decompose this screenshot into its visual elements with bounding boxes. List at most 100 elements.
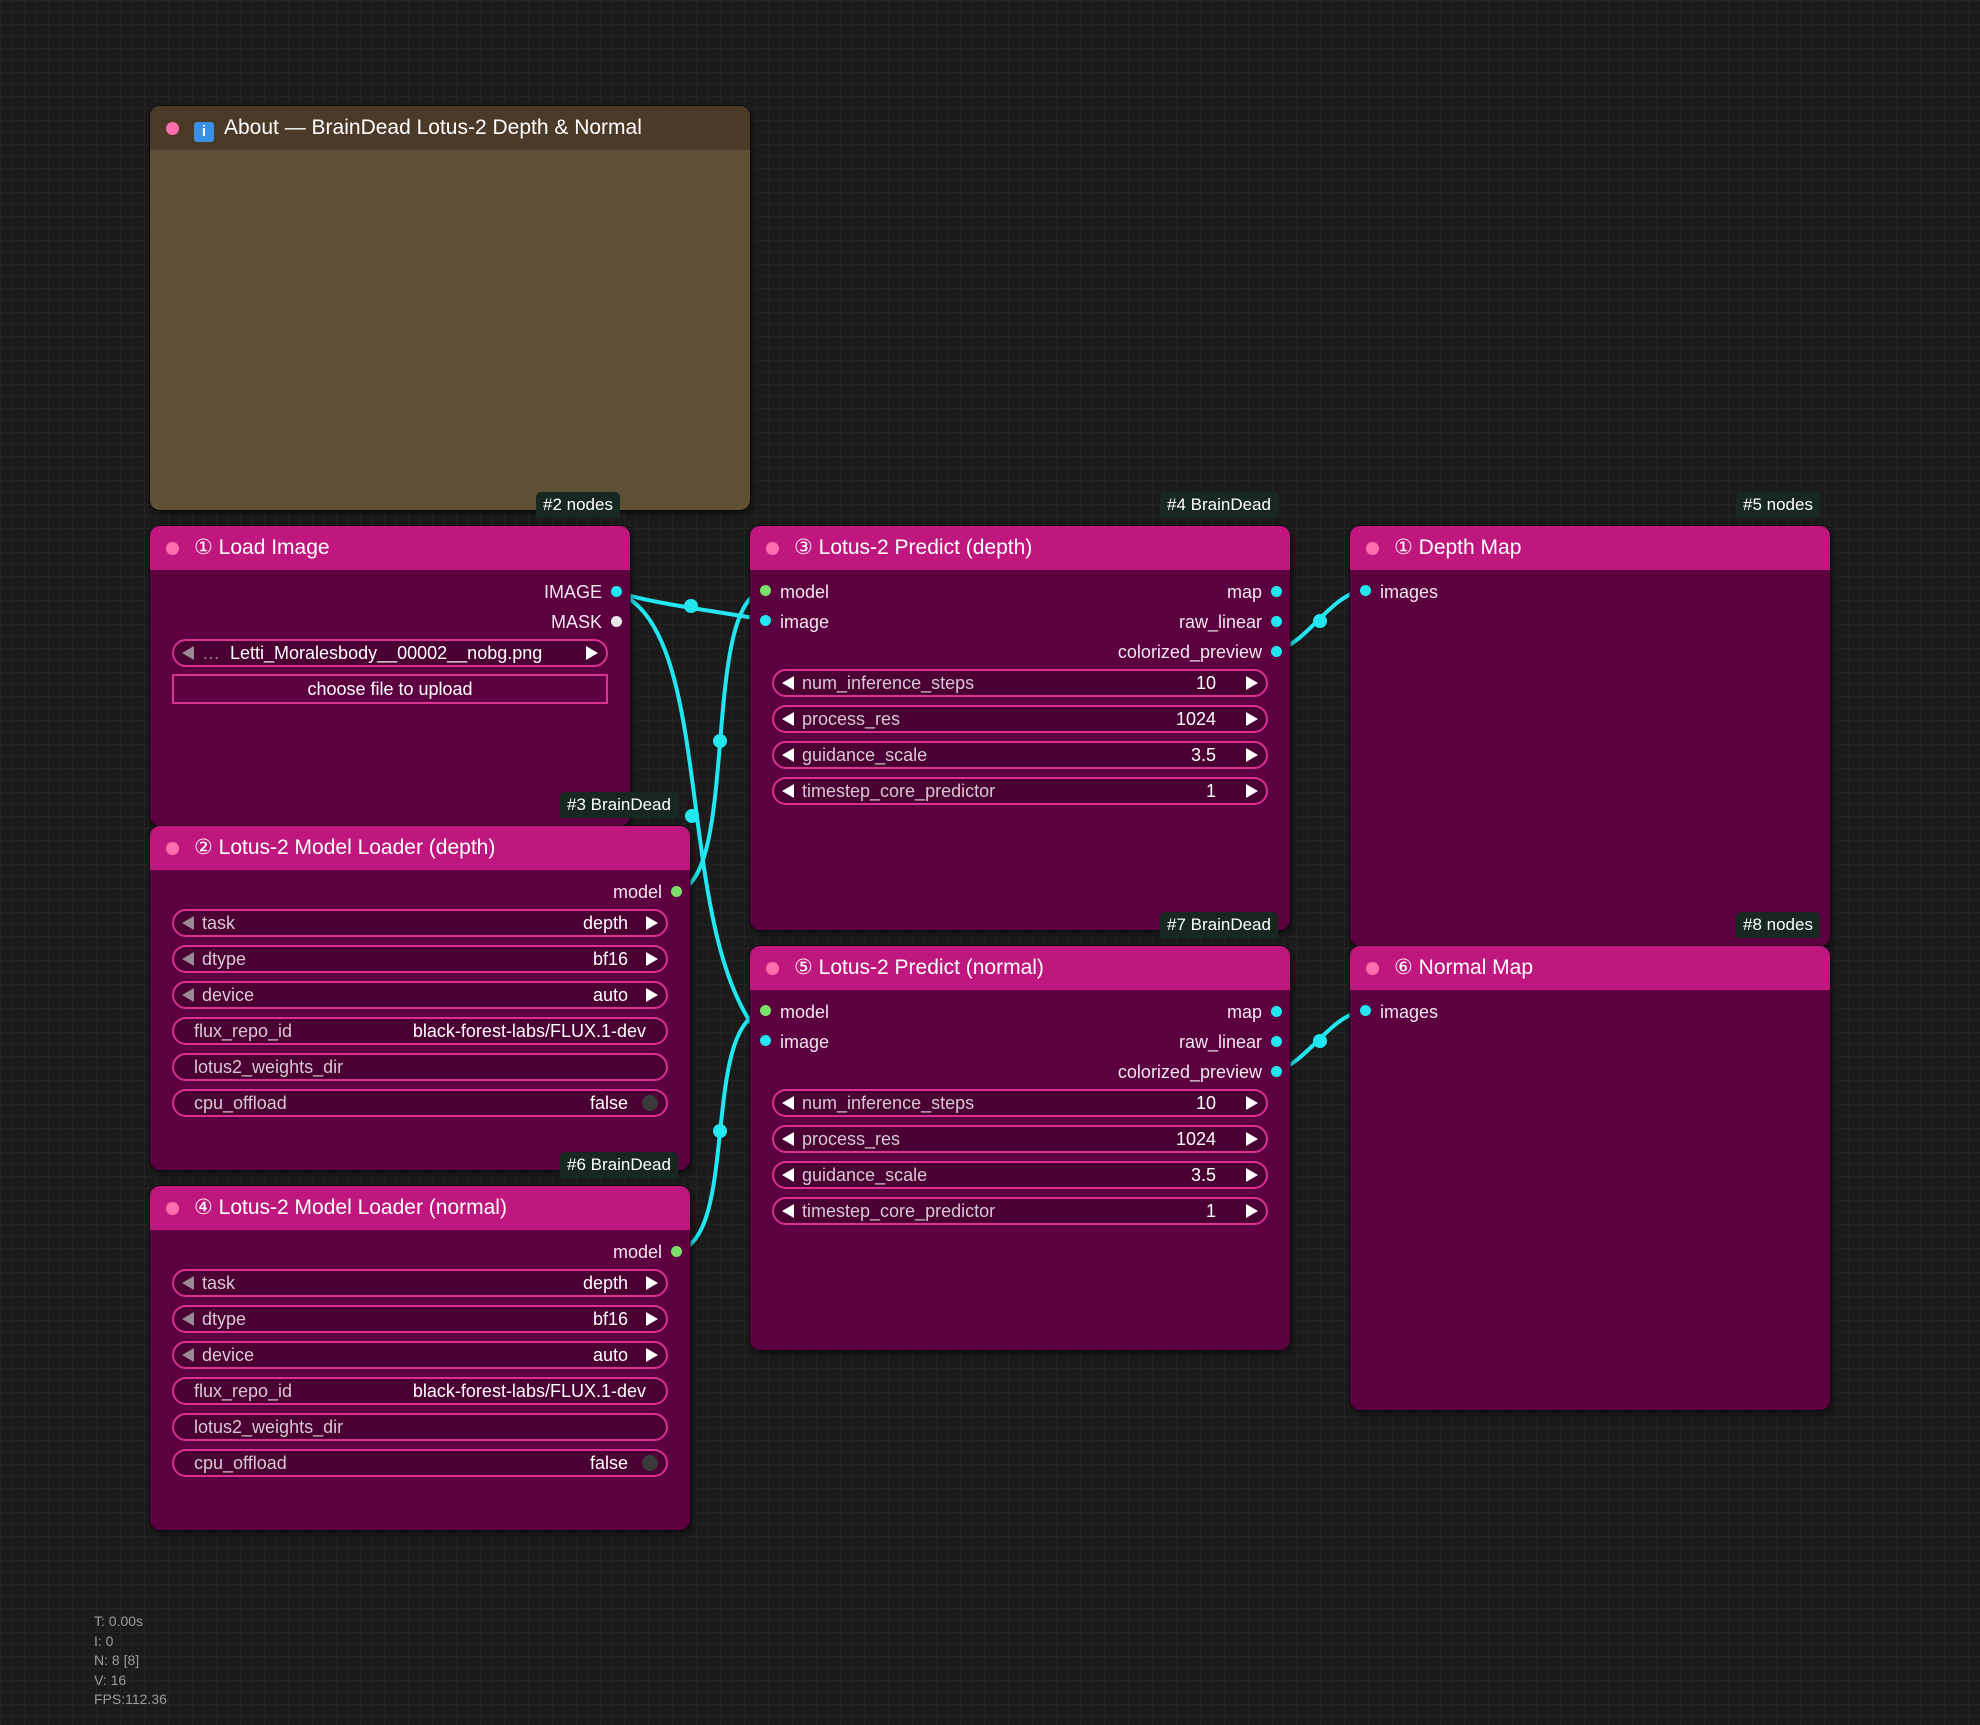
dtype-combo[interactable]: dtype bf16	[172, 1305, 668, 1333]
collapse-dot[interactable]	[166, 842, 179, 855]
normal-map-preview-node[interactable]: ⑥ Normal Map images	[1350, 946, 1830, 1410]
guidance-scale-number[interactable]: guidance_scale 3.5	[772, 1161, 1268, 1189]
toggle-knob[interactable]	[642, 1095, 658, 1111]
next-arrow-icon[interactable]	[646, 1276, 658, 1290]
flux-repo-id-field[interactable]: flux_repo_id black-forest-labs/FLUX.1-de…	[172, 1377, 668, 1405]
node-title: ④ Lotus-2 Model Loader (normal)	[194, 1196, 507, 1219]
input-slot-image[interactable]	[760, 1035, 771, 1046]
image-file-combo[interactable]: … Letti_Moralesbody__00002__nobg.png	[172, 639, 608, 667]
graph-canvas[interactable]: i About — BrainDead Lotus-2 Depth & Norma…	[0, 0, 1980, 1725]
prev-arrow-icon[interactable]	[182, 1276, 194, 1290]
output-slot-raw-linear[interactable]	[1271, 616, 1282, 627]
timestep-core-predictor-number[interactable]: timestep_core_predictor 1	[772, 777, 1268, 805]
node-header[interactable]: ⑤ Lotus-2 Predict (normal)	[750, 946, 1290, 990]
load-image-node[interactable]: ① Load Image IMAGE MASK … Letti_Moralesb…	[150, 526, 630, 826]
collapse-dot[interactable]	[1366, 962, 1379, 975]
input-slot-images[interactable]	[1360, 1005, 1371, 1016]
increment-arrow-icon[interactable]	[1246, 1096, 1258, 1110]
model-loader-normal-node[interactable]: ④ Lotus-2 Model Loader (normal) model ta…	[150, 1186, 690, 1530]
widget-name: num_inference_steps	[802, 1093, 975, 1113]
node-header[interactable]: ⑥ Normal Map	[1350, 946, 1830, 990]
increment-arrow-icon[interactable]	[1246, 784, 1258, 798]
next-arrow-icon[interactable]	[586, 646, 598, 660]
output-slot-map[interactable]	[1271, 1006, 1282, 1017]
next-arrow-icon[interactable]	[646, 1348, 658, 1362]
decrement-arrow-icon[interactable]	[782, 1096, 794, 1110]
prev-arrow-icon[interactable]	[182, 988, 194, 1002]
output-slot-map[interactable]	[1271, 586, 1282, 597]
node-header[interactable]: ② Lotus-2 Model Loader (depth)	[150, 826, 690, 870]
input-slot-model[interactable]	[760, 1005, 771, 1016]
decrement-arrow-icon[interactable]	[782, 1132, 794, 1146]
input-slot-images[interactable]	[1360, 585, 1371, 596]
output-slot-model[interactable]	[671, 886, 682, 897]
input-slot-image[interactable]	[760, 615, 771, 626]
input-slot-model[interactable]	[760, 585, 771, 596]
process-res-number[interactable]: process_res 1024	[772, 705, 1268, 733]
dtype-combo[interactable]: dtype bf16	[172, 945, 668, 973]
depth-map-preview-node[interactable]: ① Depth Map images	[1350, 526, 1830, 946]
increment-arrow-icon[interactable]	[1246, 1204, 1258, 1218]
about-note-node[interactable]: i About — BrainDead Lotus-2 Depth & Norma…	[150, 106, 750, 510]
widget-name: task	[202, 1273, 236, 1293]
process-res-number[interactable]: process_res 1024	[772, 1125, 1268, 1153]
cpu-offload-toggle[interactable]: cpu_offload false	[172, 1449, 668, 1477]
next-arrow-icon[interactable]	[646, 916, 658, 930]
lotus2-weights-dir-field[interactable]: lotus2_weights_dir	[172, 1413, 668, 1441]
prev-arrow-icon[interactable]	[182, 952, 194, 966]
increment-arrow-icon[interactable]	[1246, 712, 1258, 726]
node-header[interactable]: ④ Lotus-2 Model Loader (normal)	[150, 1186, 690, 1230]
device-combo[interactable]: device auto	[172, 1341, 668, 1369]
collapse-dot[interactable]	[166, 542, 179, 555]
prev-arrow-icon[interactable]	[182, 1348, 194, 1362]
link-midpoint	[684, 599, 698, 613]
model-loader-depth-node[interactable]: ② Lotus-2 Model Loader (depth) model tas…	[150, 826, 690, 1170]
output-slot-image[interactable]	[611, 586, 622, 597]
next-arrow-icon[interactable]	[646, 952, 658, 966]
flux-repo-id-field[interactable]: flux_repo_id black-forest-labs/FLUX.1-de…	[172, 1017, 668, 1045]
widget-name: cpu_offload	[194, 1093, 287, 1113]
cpu-offload-toggle[interactable]: cpu_offload false	[172, 1089, 668, 1117]
collapse-dot[interactable]	[1366, 542, 1379, 555]
decrement-arrow-icon[interactable]	[782, 1168, 794, 1182]
predict-depth-node[interactable]: ③ Lotus-2 Predict (depth) model image ma…	[750, 526, 1290, 930]
node-header[interactable]: i About — BrainDead Lotus-2 Depth & Norma…	[150, 106, 750, 150]
output-slot-raw-linear[interactable]	[1271, 1036, 1282, 1047]
num-inference-steps-number[interactable]: num_inference_steps 10	[772, 1089, 1268, 1117]
prev-arrow-icon[interactable]	[182, 916, 194, 930]
decrement-arrow-icon[interactable]	[782, 676, 794, 690]
collapse-dot[interactable]	[166, 1202, 179, 1215]
output-slot-model[interactable]	[671, 1246, 682, 1257]
node-header[interactable]: ① Depth Map	[1350, 526, 1830, 570]
num-inference-steps-number[interactable]: num_inference_steps 10	[772, 669, 1268, 697]
decrement-arrow-icon[interactable]	[782, 1204, 794, 1218]
output-slot-colorized-preview[interactable]	[1271, 646, 1282, 657]
prev-arrow-icon[interactable]	[182, 646, 194, 660]
prev-arrow-icon[interactable]	[182, 1312, 194, 1326]
collapse-dot[interactable]	[766, 962, 779, 975]
next-arrow-icon[interactable]	[646, 1312, 658, 1326]
node-header[interactable]: ① Load Image	[150, 526, 630, 570]
increment-arrow-icon[interactable]	[1246, 748, 1258, 762]
timestep-core-predictor-number[interactable]: timestep_core_predictor 1	[772, 1197, 1268, 1225]
upload-button[interactable]: choose file to upload	[172, 674, 608, 704]
collapse-dot[interactable]	[766, 542, 779, 555]
output-slot-colorized-preview[interactable]	[1271, 1066, 1282, 1077]
increment-arrow-icon[interactable]	[1246, 1168, 1258, 1182]
decrement-arrow-icon[interactable]	[782, 712, 794, 726]
task-combo[interactable]: task depth	[172, 909, 668, 937]
toggle-knob[interactable]	[642, 1455, 658, 1471]
output-slot-mask[interactable]	[611, 616, 622, 627]
device-combo[interactable]: device auto	[172, 981, 668, 1009]
increment-arrow-icon[interactable]	[1246, 676, 1258, 690]
lotus2-weights-dir-field[interactable]: lotus2_weights_dir	[172, 1053, 668, 1081]
decrement-arrow-icon[interactable]	[782, 784, 794, 798]
guidance-scale-number[interactable]: guidance_scale 3.5	[772, 741, 1268, 769]
next-arrow-icon[interactable]	[646, 988, 658, 1002]
node-header[interactable]: ③ Lotus-2 Predict (depth)	[750, 526, 1290, 570]
decrement-arrow-icon[interactable]	[782, 748, 794, 762]
task-combo[interactable]: task depth	[172, 1269, 668, 1297]
collapse-dot[interactable]	[166, 122, 179, 135]
increment-arrow-icon[interactable]	[1246, 1132, 1258, 1146]
predict-normal-node[interactable]: ⑤ Lotus-2 Predict (normal) model image m…	[750, 946, 1290, 1350]
